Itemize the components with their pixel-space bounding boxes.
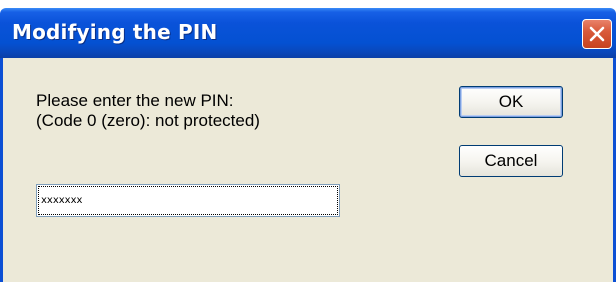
pin-input[interactable] [36, 184, 340, 217]
prompt-line-1: Please enter the new PIN: [36, 91, 234, 110]
pin-dialog: Modifying the PIN Please enter the new P… [0, 0, 616, 282]
ok-button[interactable]: OK [459, 86, 563, 118]
close-icon [589, 26, 605, 42]
cancel-button[interactable]: Cancel [459, 145, 563, 177]
dialog-body: Please enter the new PIN: (Code 0 (zero)… [0, 58, 616, 282]
title-bar[interactable]: Modifying the PIN [0, 8, 616, 58]
dialog-title: Modifying the PIN [12, 20, 218, 44]
prompt-line-2: (Code 0 (zero): not protected) [36, 111, 260, 130]
close-button[interactable] [582, 19, 612, 49]
prompt-text: Please enter the new PIN: (Code 0 (zero)… [36, 91, 260, 131]
